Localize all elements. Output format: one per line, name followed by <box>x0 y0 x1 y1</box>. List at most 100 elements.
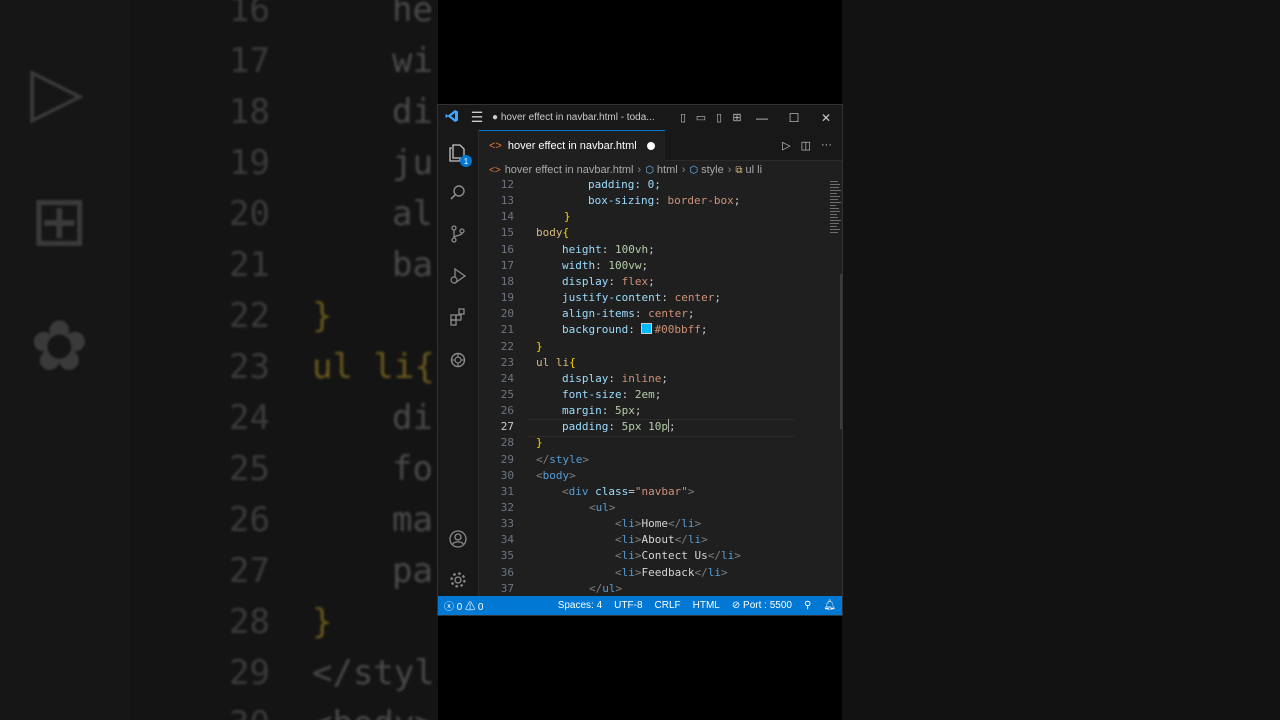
code-token: display <box>562 274 609 288</box>
html-file-icon: <> <box>489 164 501 176</box>
accounts-button[interactable] <box>438 524 478 554</box>
menu-icon[interactable]: ☰ <box>466 109 488 126</box>
code-line[interactable]: 12 padding: 0; <box>479 179 828 193</box>
code-line[interactable]: 26 margin: 5px; <box>479 403 828 419</box>
code-token: ul <box>602 581 616 595</box>
problems-indicator[interactable]: ⓧ 0 ⚠ 0 <box>438 598 489 613</box>
code-line[interactable]: 20 align-items: center; <box>479 306 828 322</box>
code-text: <li>Contect Us</li> <box>615 548 741 564</box>
run-debug-icon <box>450 267 467 285</box>
line-number: 33 <box>500 517 514 531</box>
customize-layout-icon[interactable]: ⊞ <box>728 111 746 124</box>
source-control-button[interactable] <box>438 219 478 249</box>
port-label: Port : 5500 <box>743 600 792 611</box>
code-line[interactable]: 23 ul li{ <box>479 355 828 371</box>
language-mode-indicator[interactable]: HTML <box>687 600 726 611</box>
code-line[interactable]: 35 <li>Contect Us</li> <box>479 548 828 564</box>
breadcrumb-selector[interactable]: ul li <box>746 164 763 176</box>
code-token: > <box>582 452 589 466</box>
code-token: < <box>562 484 569 498</box>
code-line[interactable]: 29 </style> <box>479 452 828 468</box>
code-line[interactable]: 25 font-size: 2em; <box>479 387 828 403</box>
code-token: li <box>687 533 702 547</box>
code-token: ; <box>661 371 668 385</box>
minimize-button[interactable]: — <box>746 111 778 125</box>
code-token: div <box>568 484 589 498</box>
color-swatch[interactable] <box>641 323 653 335</box>
extensions-button[interactable] <box>438 302 478 332</box>
code-line[interactable]: 14} <box>479 209 828 225</box>
run-debug-button[interactable] <box>438 261 478 291</box>
code-text: <ul> <box>589 500 616 516</box>
breadcrumb-file[interactable]: hover effect in navbar.html <box>505 164 634 176</box>
run-icon[interactable]: ▷ <box>782 139 790 152</box>
unsaved-dot-icon[interactable] <box>646 141 655 150</box>
code-line[interactable]: 30 <body> <box>479 468 828 484</box>
background-blur-left: ▷ ⊞ ✿ 16 he 17 wi 18 di 19 ju 20 al 21 ba 22} 23 ul li… <box>0 0 438 720</box>
chatgpt-button[interactable] <box>438 345 478 375</box>
code-token: = <box>628 484 635 498</box>
code-token: box-sizing <box>588 194 655 208</box>
code-token: ; <box>733 194 741 208</box>
indentation-indicator[interactable]: Spaces: 4 <box>552 600 608 611</box>
warning-count: 0 <box>477 602 484 613</box>
background-line-number: 30 <box>180 704 270 720</box>
code-token: : <box>608 274 622 288</box>
code-line[interactable]: 32 <ul> <box>479 500 828 516</box>
toggle-secondary-sidebar-icon[interactable]: ▯ <box>710 111 728 124</box>
code-line[interactable]: 19 justify-content: center; <box>479 290 828 306</box>
code-token: ul <box>595 501 609 514</box>
code-line[interactable]: 21 background: #00bbff; <box>479 322 828 338</box>
code-line[interactable]: 18 display: flex; <box>479 274 828 290</box>
tab-hover-effect-in-navbar[interactable]: <> hover effect in navbar.html <box>479 129 665 161</box>
notifications-bell-icon[interactable]: 🔔︎ <box>817 600 842 611</box>
breadcrumb-style[interactable]: style <box>701 164 724 176</box>
code-line[interactable]: 22} <box>479 339 828 355</box>
explorer-button[interactable]: 1 <box>438 138 478 168</box>
background-code-line: ul li{ <box>312 347 435 387</box>
code-token: ; <box>654 387 662 401</box>
feedback-icon[interactable]: ⚲ <box>798 600 817 611</box>
code-line[interactable]: 37 </ul> <box>479 581 828 596</box>
toggle-primary-sidebar-icon[interactable]: ▯ <box>674 111 692 124</box>
code-token: body <box>536 226 563 240</box>
code-line[interactable]: 33 <li>Home</li> <box>479 516 828 532</box>
code-token: : <box>628 323 642 337</box>
code-line[interactable]: 15 body{ <box>479 225 828 241</box>
line-number: 34 <box>500 533 514 547</box>
code-line[interactable]: 13 box-sizing: border-box; <box>479 193 828 209</box>
encoding-indicator[interactable]: UTF-8 <box>608 600 648 611</box>
code-line[interactable]: 28} <box>479 435 828 451</box>
code-token: center <box>648 307 688 321</box>
eol-indicator[interactable]: CRLF <box>649 600 687 611</box>
maximize-button[interactable]: ☐ <box>778 111 810 125</box>
minimap[interactable] <box>828 179 842 596</box>
line-number: 29 <box>500 452 514 466</box>
code-line[interactable]: 16 height: 100vh; <box>479 242 828 258</box>
close-button[interactable]: ✕ <box>810 111 842 125</box>
live-server-port[interactable]: ⊘ Port : 5500 <box>726 600 798 611</box>
code-token: body <box>542 468 570 482</box>
line-number: 26 <box>500 404 514 418</box>
code-line[interactable]: 31 <div class="navbar"> <box>479 484 828 500</box>
code-editor[interactable]: 12 padding: 0; 13 box-sizing: border-box; 14… <box>479 179 828 596</box>
code-line[interactable]: 27 padding: 5px 10p; <box>479 419 828 438</box>
split-editor-icon[interactable]: ◫ <box>801 139 811 152</box>
background-line-number: 29 <box>229 653 270 693</box>
code-line[interactable]: 34 <li>About</li> <box>479 532 828 548</box>
code-token: li <box>681 517 695 531</box>
code-token: ; <box>714 291 721 305</box>
breadcrumb-html[interactable]: html <box>657 164 678 176</box>
code-token: 5px 10p <box>621 420 668 434</box>
manage-button[interactable] <box>438 565 478 595</box>
code-token: ; <box>687 307 695 321</box>
search-button[interactable] <box>438 178 478 208</box>
toggle-panel-icon[interactable]: ▭ <box>692 111 710 124</box>
code-line[interactable]: 36 <li>Feedback</li> <box>479 565 828 581</box>
line-number: 35 <box>500 549 514 563</box>
scrollbar-thumb[interactable] <box>840 274 842 429</box>
more-actions-icon[interactable]: ··· <box>821 139 832 152</box>
code-line[interactable]: 17 width: 100vw; <box>479 258 828 274</box>
code-line[interactable]: 24 display: inline; <box>479 371 828 387</box>
code-token: ; <box>648 242 655 256</box>
